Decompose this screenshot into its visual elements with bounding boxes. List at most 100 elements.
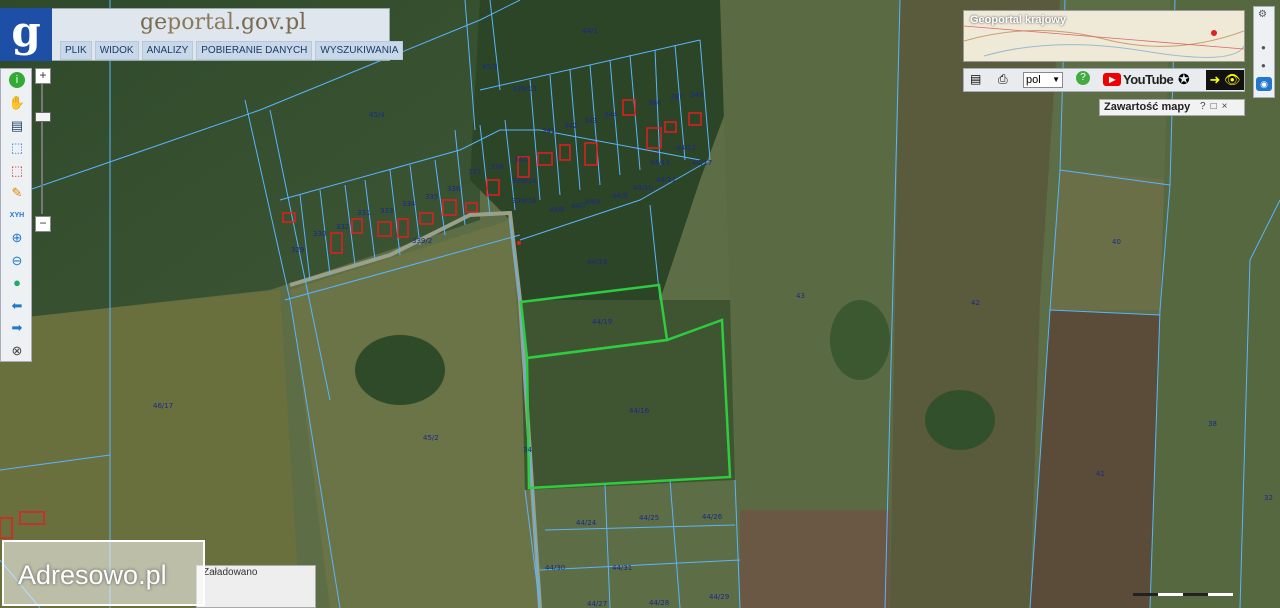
parcel-label: 44/26 <box>702 513 723 521</box>
parcel-label: 44/8 <box>585 198 601 206</box>
brand-prefix: ge <box>140 10 168 35</box>
parcel-label: 32 <box>1264 494 1273 502</box>
help-icon[interactable]: ? <box>1076 71 1090 85</box>
parcel-label: 44/24 <box>576 519 597 527</box>
parcel-label: 331 <box>357 209 370 217</box>
panel-controls: ? □ × <box>1200 101 1227 112</box>
accessibility-icon[interactable]: ✪ <box>1178 71 1190 88</box>
visibility-eye-icon[interactable]: ◉ <box>1256 77 1272 91</box>
parcel-label: 44/17 <box>692 159 712 167</box>
zoom-track <box>41 84 43 214</box>
parcel-label: 343 <box>584 117 597 125</box>
parcel-label: 34 <box>523 446 532 454</box>
parcel-label: 44/1 <box>582 27 598 35</box>
chevron-down-icon: ▼ <box>1052 75 1060 84</box>
watermark-text: Adresowo.pl <box>18 560 167 590</box>
parcel-label: 338 <box>490 163 503 171</box>
main-menu: PLIK WIDOK ANALIZY POBIERANIE DANYCH WYS… <box>60 41 404 60</box>
parcel-label: 44/12 <box>676 144 696 152</box>
parcel-label: 44/10 <box>633 184 653 192</box>
brand-suffix: .gov.pl <box>233 10 307 35</box>
parcel-label: 43 <box>796 292 805 300</box>
map-contents-title: Zawartość mapy <box>1104 101 1191 113</box>
menu-analizy[interactable]: ANALIZY <box>141 41 194 60</box>
parcel-label: 44/29 <box>709 593 729 601</box>
zoom-out-icon[interactable]: ⊖ <box>7 252 27 270</box>
parcel-label: 45/3 <box>482 63 498 71</box>
parcel-label: 340 <box>514 156 527 164</box>
parcel-label: 339/16 <box>512 197 537 205</box>
scale-bar <box>1133 593 1233 596</box>
back-arrow-icon[interactable]: ⬅ <box>7 297 27 315</box>
dot-icon[interactable]: ● <box>1261 43 1266 52</box>
brand-mid: portal <box>167 10 234 35</box>
youtube-link[interactable]: ▶ YouTube <box>1103 72 1174 87</box>
right-side-panel: ⚙ ● ● ◉ <box>1253 6 1275 98</box>
menu-pobieranie-danych[interactable]: POBIERANIE DANYCH <box>196 41 313 60</box>
parcel-label: 339/13 <box>512 85 537 93</box>
parcel-label: 45/4 <box>369 111 385 119</box>
menu-widok[interactable]: WIDOK <box>94 41 139 60</box>
parcel-label: 44/6 <box>549 206 565 214</box>
high-contrast-eye-icon[interactable]: ➜ 👁 <box>1206 70 1244 90</box>
geoportal-logo[interactable]: g <box>0 8 52 61</box>
panel-help-button[interactable]: ? <box>1200 101 1206 112</box>
zoom-minus-button[interactable]: − <box>35 216 51 232</box>
zoom-extent-icon[interactable]: ⊗ <box>7 342 27 360</box>
parcel-label: 336 <box>447 185 461 193</box>
parcel-label: 347 <box>670 93 683 101</box>
eye-small-icon[interactable]: ● <box>1261 61 1266 70</box>
parcel-label: 46/17 <box>153 402 173 410</box>
panel-maximize-button[interactable]: □ <box>1211 101 1217 112</box>
select-icon[interactable]: ⬚ <box>7 139 27 157</box>
parcel-label: 44/16 <box>629 407 650 415</box>
parcel-label: 45/2 <box>423 434 439 442</box>
parcel-label: 342 <box>564 122 577 130</box>
parcel-label: 337 <box>468 168 481 176</box>
parcel-label: 44/11 <box>656 176 676 184</box>
parcel-label: 330 <box>313 230 326 238</box>
parcel-label: 44/9 <box>612 192 628 200</box>
parcel-label: 332 <box>336 223 349 231</box>
parcel-label: 44/7 <box>571 202 587 210</box>
menu-wyszukiwania[interactable]: WYSZUKIWANIA <box>315 41 404 60</box>
zoom-thumb[interactable] <box>35 112 51 122</box>
layers-list-icon[interactable]: ▤ <box>7 117 27 135</box>
parcel-label: 341 <box>542 127 555 135</box>
info-icon[interactable]: i <box>9 72 25 88</box>
xyh-coordinates-icon[interactable]: XYH <box>7 207 27 225</box>
forward-arrow-icon[interactable]: ➡ <box>7 319 27 337</box>
parcel-label: 42 <box>971 299 980 307</box>
parcel-label: 339/2 <box>412 237 432 245</box>
settings-icon[interactable]: ⚙ <box>1258 9 1267 20</box>
parcel-label: 344 <box>604 111 618 119</box>
parcel-label: 44/30 <box>545 564 565 572</box>
panel-close-button[interactable]: × <box>1222 101 1228 112</box>
edit-pencil-icon[interactable]: ✎ <box>7 184 27 202</box>
parcel-label: 44/19 <box>592 318 612 326</box>
logo-letter: g <box>11 7 41 56</box>
parcel-label: 44/28 <box>649 599 669 607</box>
pan-hand-icon[interactable]: ✋ <box>7 94 27 112</box>
language-select[interactable]: pol ▼ <box>1023 72 1063 88</box>
parcel-label: 44/18 <box>587 258 607 266</box>
parcel-label: 333 <box>380 207 393 215</box>
parcel-label: 44/25 <box>639 514 659 522</box>
parcel-label: 44/14 <box>650 159 671 167</box>
zoom-in-icon[interactable]: ⊕ <box>7 229 27 247</box>
left-toolbar: i ✋ ▤ ⬚ ⬚ ✎ XYH ⊕ ⊖ ● ⬅ ➡ ⊗ <box>0 68 32 362</box>
parcel-label: 40 <box>1112 238 1121 246</box>
globe-icon[interactable]: ● <box>7 274 27 292</box>
legend-icon[interactable]: ▤ <box>970 72 981 86</box>
zoom-slider[interactable]: + − <box>33 68 51 232</box>
parcel-label: 329 <box>291 246 304 254</box>
status-text: Załadowano <box>203 567 258 578</box>
zoom-plus-button[interactable]: + <box>35 68 51 84</box>
parcel-label: 346 <box>648 99 662 107</box>
parcel-label: 335 <box>425 193 438 201</box>
select-area-icon[interactable]: ⬚ <box>7 162 27 180</box>
menu-plik[interactable]: PLIK <box>60 41 92 60</box>
parcel-label: 44/27 <box>587 600 607 608</box>
print-icon[interactable]: ⎙ <box>998 72 1008 87</box>
youtube-icon: ▶ <box>1103 73 1121 86</box>
